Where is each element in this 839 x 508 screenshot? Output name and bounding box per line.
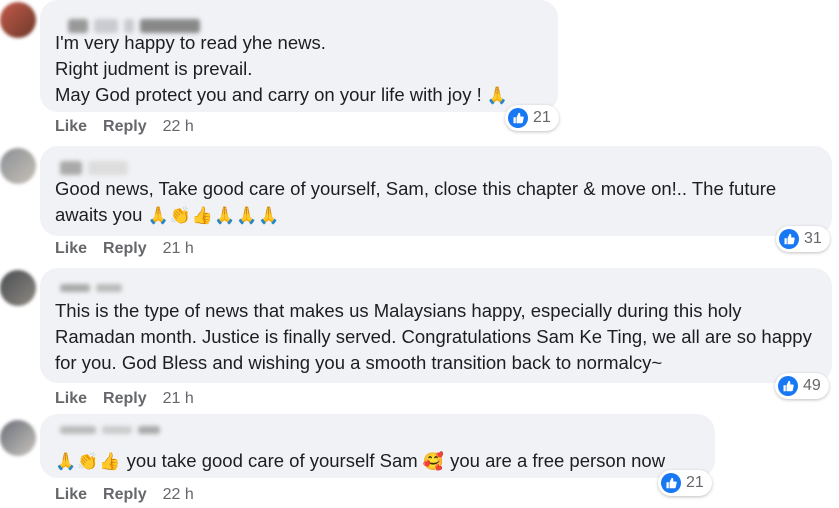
reply-button[interactable]: Reply [103, 240, 147, 258]
comment-text: 🙏👏👍 you take good care of yourself Sam 🥰… [55, 450, 666, 471]
emoji-sequence: 🙏👏👍 [55, 452, 122, 471]
thumbs-up-icon [508, 108, 528, 128]
avatar[interactable] [0, 420, 36, 456]
commenter-name[interactable] [60, 420, 160, 440]
smiling-hearts-emoji: 🥰 [422, 452, 445, 471]
reply-button[interactable]: Reply [103, 118, 147, 136]
timestamp[interactable]: 22 h [163, 118, 194, 136]
timestamp[interactable]: 21 h [163, 390, 194, 408]
comment-bubble: Good news, Take good care of yourself, S… [40, 146, 832, 236]
comment-text: I'm very happy to read yhe news. Right j… [55, 32, 510, 105]
like-button[interactable]: Like [55, 240, 87, 258]
comment-actions: Like Reply 22 h [55, 118, 194, 136]
reaction-count[interactable]: 49 [775, 373, 829, 399]
comment-text: Good news, Take good care of yourself, S… [55, 178, 777, 225]
reply-button[interactable]: Reply [103, 390, 147, 408]
reaction-count[interactable]: 21 [505, 105, 559, 131]
like-button[interactable]: Like [55, 118, 87, 136]
commenter-name[interactable] [60, 158, 128, 178]
reply-button[interactable]: Reply [103, 486, 147, 504]
reaction-count[interactable]: 21 [658, 470, 712, 496]
pray-emoji: 🙏 [486, 86, 510, 105]
like-button[interactable]: Like [55, 390, 87, 408]
comment-bubble: I'm very happy to read yhe news. Right j… [40, 0, 558, 112]
thumbs-up-icon [779, 229, 799, 249]
comment-actions: Like Reply 21 h [55, 240, 194, 258]
avatar[interactable] [0, 270, 36, 306]
reaction-count[interactable]: 31 [776, 226, 830, 252]
avatar[interactable] [0, 2, 36, 38]
timestamp[interactable]: 22 h [163, 486, 194, 504]
avatar[interactable] [0, 148, 36, 184]
comment-bubble: This is the type of news that makes us M… [40, 268, 832, 383]
comment-actions: Like Reply 22 h [55, 486, 194, 504]
commenter-name[interactable] [60, 278, 122, 298]
emoji-sequence: 🙏👏👍🙏🙏🙏 [147, 206, 281, 225]
like-button[interactable]: Like [55, 486, 87, 504]
comment-actions: Like Reply 21 h [55, 390, 194, 408]
timestamp[interactable]: 21 h [163, 240, 194, 258]
comment-text: This is the type of news that makes us M… [55, 300, 812, 373]
comment-bubble: 🙏👏👍 you take good care of yourself Sam 🥰… [40, 414, 715, 478]
thumbs-up-icon [661, 473, 681, 493]
thumbs-up-icon [778, 376, 798, 396]
